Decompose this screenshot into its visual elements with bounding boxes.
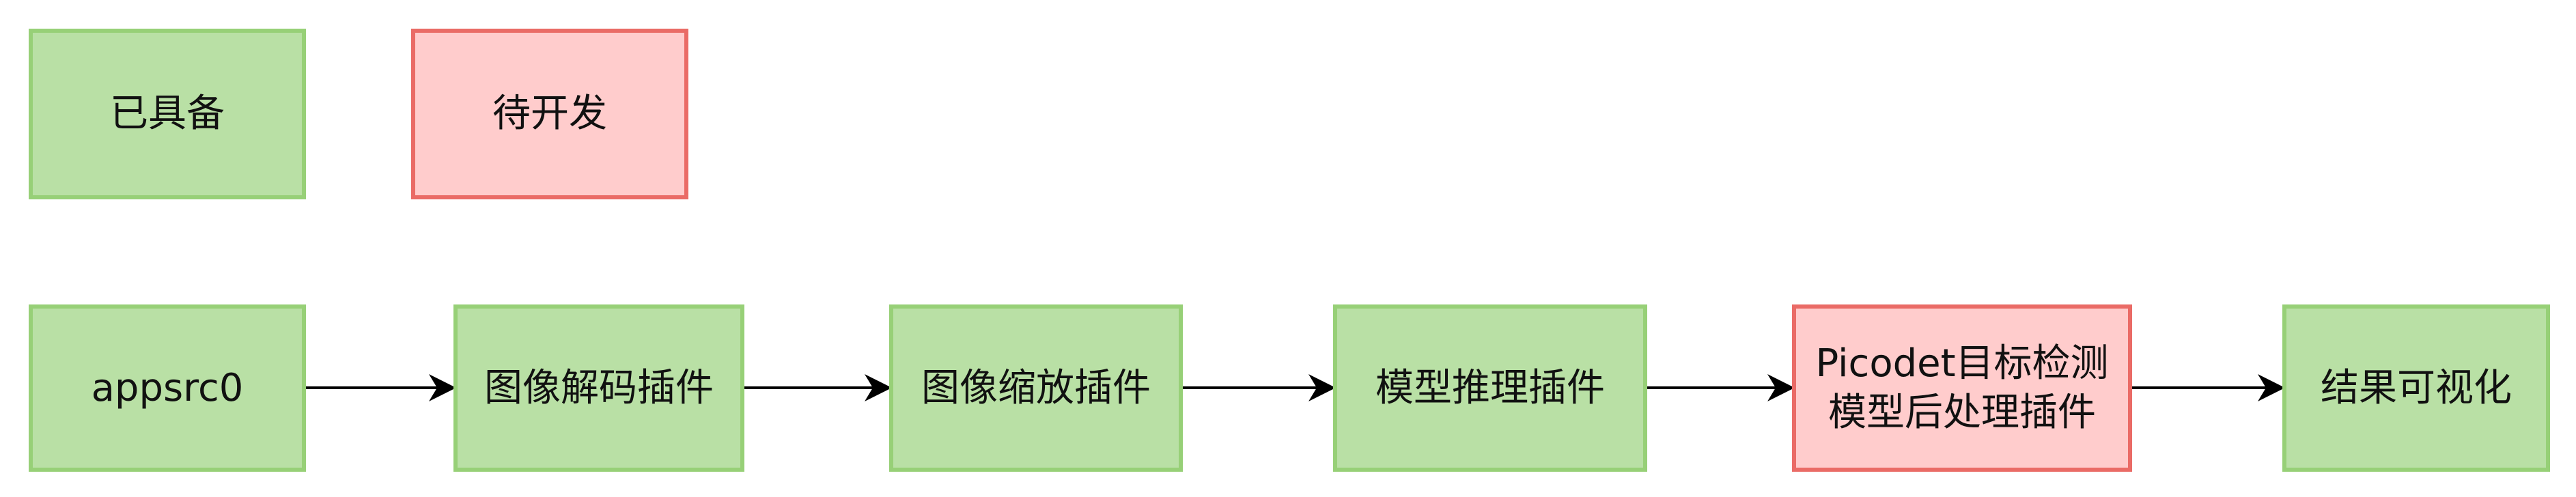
node-model-infer: 模型推理插件 — [1333, 304, 1647, 472]
node-appsrc0-label: appsrc0 — [91, 365, 244, 410]
node-picodet-postprocess-label: Picodet目标检测模型后处理插件 — [1815, 341, 2109, 435]
node-picodet-postprocess: Picodet目标检测模型后处理插件 — [1792, 304, 2132, 472]
node-image-decode-label: 图像解码插件 — [484, 365, 714, 410]
node-appsrc0: appsrc0 — [29, 304, 306, 472]
pipeline-edges — [306, 374, 2285, 401]
node-image-resize: 图像缩放插件 — [889, 304, 1183, 472]
node-image-resize-label: 图像缩放插件 — [921, 365, 1151, 410]
node-result-visualize: 结果可视化 — [2282, 304, 2550, 472]
node-model-infer-label: 模型推理插件 — [1375, 365, 1605, 410]
node-result-visualize-label: 结果可视化 — [2321, 365, 2512, 410]
node-image-decode: 图像解码插件 — [453, 304, 744, 472]
